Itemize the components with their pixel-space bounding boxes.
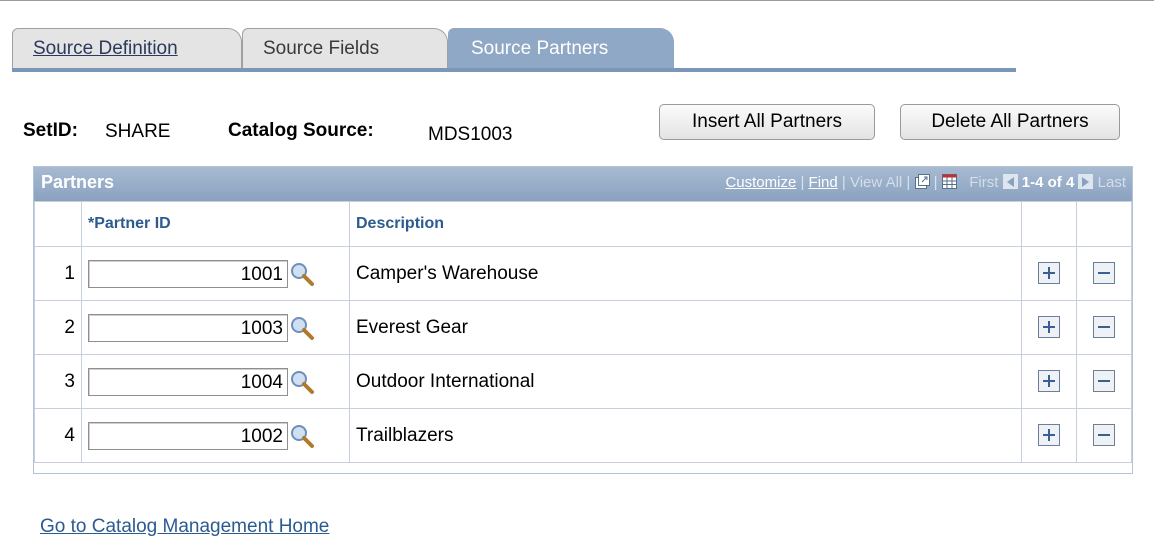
next-arrow-icon[interactable] — [1078, 174, 1094, 189]
delete-column-header — [1076, 201, 1132, 247]
tab-underline — [12, 68, 1016, 72]
add-row-cell — [1021, 408, 1077, 463]
add-row-icon[interactable] — [1038, 262, 1060, 285]
table-row: 2 1003 Everest Gear — [34, 300, 1132, 355]
catalog-management-home-link[interactable]: Go to Catalog Management Home — [40, 516, 329, 538]
partners-grid: Partners Customize | Find | View All | |… — [33, 166, 1133, 474]
lookup-icon[interactable] — [289, 315, 315, 341]
grid-navigation: Customize | Find | View All | | First 1-… — [725, 174, 1126, 191]
setid-value: SHARE — [105, 121, 171, 142]
partner-id-header: *Partner ID — [81, 201, 350, 247]
zoom-grid-icon[interactable] — [914, 174, 930, 189]
description-cell: Camper's Warehouse — [349, 246, 1022, 301]
table-row: 1 1001 Camper's Warehouse — [34, 246, 1132, 301]
row-number: 1 — [34, 246, 82, 301]
row-number: 4 — [34, 408, 82, 463]
lookup-icon[interactable] — [289, 423, 315, 449]
delete-row-cell — [1076, 246, 1132, 301]
description-header: Description — [349, 201, 1022, 247]
partner-id-input[interactable]: 1004 — [88, 367, 288, 396]
add-row-icon[interactable] — [1038, 424, 1060, 447]
view-all-link[interactable]: View All — [850, 174, 902, 191]
partner-id-cell: 1003 — [81, 300, 350, 355]
description-cell: Trailblazers — [349, 408, 1022, 463]
partner-id-input[interactable]: 1002 — [88, 421, 288, 450]
partner-id-cell: 1002 — [81, 408, 350, 463]
description-cell: Outdoor International — [349, 354, 1022, 409]
delete-row-icon[interactable] — [1093, 370, 1115, 393]
last-link[interactable]: Last — [1098, 174, 1126, 191]
delete-row-cell — [1076, 300, 1132, 355]
customize-link[interactable]: Customize — [725, 174, 796, 191]
first-link[interactable]: First — [969, 174, 998, 191]
add-row-icon[interactable] — [1038, 316, 1060, 339]
delete-row-icon[interactable] — [1093, 262, 1115, 285]
partner-id-cell: 1001 — [81, 246, 350, 301]
table-row: 4 1002 Trailblazers — [34, 408, 1132, 463]
delete-all-partners-button[interactable]: Delete All Partners — [900, 104, 1120, 140]
row-range: 1-4 of 4 — [1021, 174, 1075, 191]
delete-row-icon[interactable] — [1093, 424, 1115, 447]
tab-source-definition[interactable]: Source Definition — [12, 28, 242, 68]
delete-row-icon[interactable] — [1093, 316, 1115, 339]
separator: | — [841, 174, 850, 191]
partner-id-input[interactable]: 1001 — [88, 259, 288, 288]
separator: | — [906, 174, 915, 191]
row-number: 3 — [34, 354, 82, 409]
lookup-icon[interactable] — [289, 369, 315, 395]
add-column-header — [1021, 201, 1077, 247]
row-number-header — [34, 201, 82, 247]
lookup-icon[interactable] — [289, 261, 315, 287]
top-divider — [0, 0, 1154, 1]
separator: | — [800, 174, 809, 191]
partner-id-cell: 1004 — [81, 354, 350, 409]
table-row: 3 1004 Outdoor International — [34, 354, 1132, 409]
description-cell: Everest Gear — [349, 300, 1022, 355]
row-number: 2 — [34, 300, 82, 355]
partners-table: *Partner ID Description 1 1001 Camper's … — [34, 201, 1132, 463]
add-row-cell — [1021, 300, 1077, 355]
grid-header-bar: Partners Customize | Find | View All | |… — [34, 167, 1132, 201]
insert-all-partners-button[interactable]: Insert All Partners — [659, 104, 875, 140]
download-grid-icon[interactable] — [941, 174, 957, 189]
add-row-icon[interactable] — [1038, 370, 1060, 393]
setid-label: SetID: — [23, 120, 78, 141]
previous-arrow-icon[interactable] — [1002, 174, 1018, 189]
delete-row-cell — [1076, 354, 1132, 409]
tab-bar: Source Definition Source Fields Source P… — [12, 28, 1016, 72]
grid-title: Partners — [41, 172, 115, 192]
add-row-cell — [1021, 246, 1077, 301]
tab-source-fields[interactable]: Source Fields — [242, 28, 448, 68]
table-header-row: *Partner ID Description — [34, 201, 1132, 247]
find-link[interactable]: Find — [809, 174, 838, 191]
partner-id-input[interactable]: 1003 — [88, 313, 288, 342]
delete-row-cell — [1076, 408, 1132, 463]
separator: | — [933, 174, 942, 191]
tab-source-partners[interactable]: Source Partners — [448, 28, 674, 68]
add-row-cell — [1021, 354, 1077, 409]
catalog-source-value: MDS1003 — [428, 124, 513, 145]
catalog-source-label: Catalog Source: — [228, 120, 374, 141]
